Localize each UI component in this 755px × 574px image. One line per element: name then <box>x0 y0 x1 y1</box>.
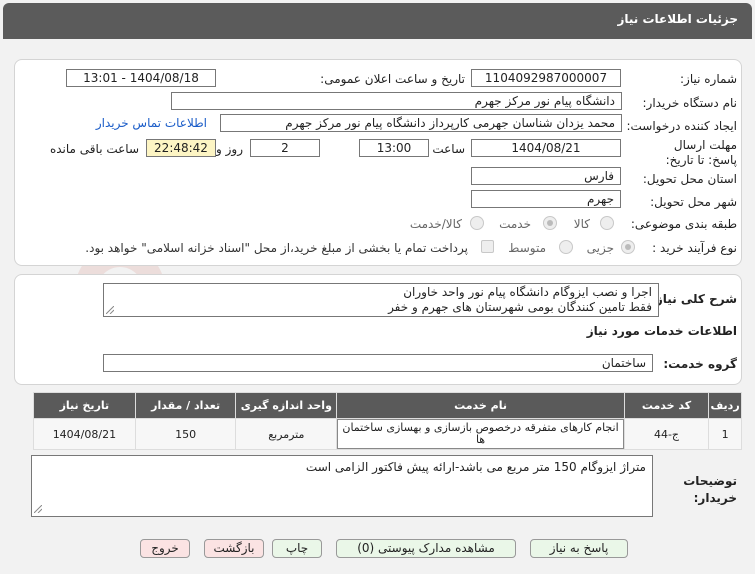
resize-grip-icon[interactable] <box>34 505 42 513</box>
treasury-payment-note: پرداخت تمام یا بخشی از مبلغ خرید،از محل … <box>85 241 468 255</box>
description-line-1: اجرا و نصب ایزوگام دانشگاه پیام نور واحد… <box>403 285 652 299</box>
col-row: ردیف <box>708 392 742 419</box>
city-field: جهرم <box>471 190 621 208</box>
col-code: کد خدمت <box>623 392 710 419</box>
process-option-medium: متوسط <box>508 241 546 255</box>
process-radio-medium[interactable] <box>559 240 573 254</box>
buyer-notes-label: توضیحات خریدار: <box>683 474 737 505</box>
announce-datetime-field: 1404/08/18 - 13:01 <box>66 69 216 87</box>
category-radio-service[interactable] <box>543 216 557 230</box>
cell-name: انجام کارهای متفرقه درخصوص بازسازی و بهس… <box>336 418 625 450</box>
need-number-field: 1104092987000007 <box>471 69 621 87</box>
description-label: شرح کلی نیاز: <box>651 292 737 306</box>
days-label: روز و <box>216 142 243 156</box>
treasury-payment-checkbox[interactable] <box>481 240 494 253</box>
deadline-date-field: 1404/08/21 <box>471 139 621 157</box>
cell-name-text: انجام کارهای متفرقه درخصوص بازسازی و بهس… <box>337 419 624 449</box>
remaining-time-field: 22:48:42 <box>146 139 216 157</box>
cell-qty: 150 <box>134 418 237 450</box>
service-group-field: ساختمان <box>103 354 653 372</box>
col-date: تاریخ نیاز <box>33 392 136 419</box>
province-field: فارس <box>471 167 621 185</box>
city-label: شهر محل تحویل: <box>650 195 737 209</box>
description-textarea: اجرا و نصب ایزوگام دانشگاه پیام نور واحد… <box>103 283 659 317</box>
col-name: نام خدمت <box>336 392 625 419</box>
buyer-contact-link[interactable]: اطلاعات تماس خریدار <box>96 116 207 130</box>
services-section-title: اطلاعات خدمات مورد نیاز <box>586 324 737 338</box>
cell-row: 1 <box>708 418 742 450</box>
cell-code: ج-44 <box>623 418 710 450</box>
cell-unit: مترمربع <box>235 418 338 450</box>
deadline-time-label: ساعت <box>432 142 465 156</box>
category-radio-goods[interactable] <box>600 216 614 230</box>
back-button[interactable]: بازگشت <box>204 539 264 558</box>
need-info-panel <box>14 59 742 266</box>
print-button[interactable]: چاپ <box>272 539 322 558</box>
process-radio-minor[interactable] <box>621 240 635 254</box>
resize-grip-icon[interactable] <box>106 306 114 314</box>
creator-field: محمد یزدان شناسان جهرمی کارپرداز دانشگاه… <box>220 114 622 132</box>
remaining-time-label: ساعت باقی مانده <box>49 142 139 156</box>
col-unit: واحد اندازه گیری <box>235 392 338 419</box>
deadline-time-field: 13:00 <box>359 139 429 157</box>
page-title: جزئیات اطلاعات نیاز <box>617 12 738 26</box>
reply-to-need-button[interactable]: پاسخ به نیاز <box>530 539 628 558</box>
col-qty: تعداد / مقدار <box>134 392 237 419</box>
category-option-service: خدمت <box>499 217 531 231</box>
process-option-minor: جزیی <box>586 241 614 255</box>
service-group-label: گروه خدمت: <box>663 357 737 371</box>
category-radio-both[interactable] <box>470 216 484 230</box>
category-option-both: کالا/خدمت <box>409 217 462 231</box>
cell-date: 1404/08/21 <box>33 418 136 450</box>
buyer-org-field: دانشگاه پیام نور مرکز جهرم <box>171 92 622 110</box>
creator-label: ایجاد کننده درخواست: <box>626 119 737 133</box>
view-attachments-button[interactable]: مشاهده مدارک پیوستی (0) <box>336 539 516 558</box>
announce-label: تاریخ و ساعت اعلان عمومی: <box>320 72 465 86</box>
title-bar: جزئیات اطلاعات نیاز <box>3 3 752 39</box>
process-label: نوع فرآیند خرید : <box>652 241 737 255</box>
need-number-label: شماره نیاز: <box>680 72 737 86</box>
buyer-org-label: نام دستگاه خریدار: <box>642 96 738 110</box>
services-table: ردیف کد خدمت نام خدمت واحد اندازه گیری ت… <box>33 392 742 450</box>
province-label: استان محل تحویل: <box>642 172 737 186</box>
table-row: 1 ج-44 انجام کارهای متفرقه درخصوص بازساز… <box>33 418 742 450</box>
deadline-label: مهلت ارسال پاسخ: تا تاریخ: <box>665 138 737 167</box>
category-option-goods: کالا <box>573 217 590 231</box>
exit-button[interactable]: خروج <box>140 539 190 558</box>
days-remaining-field: 2 <box>250 139 320 157</box>
category-label: طبقه بندی موضوعی: <box>630 217 737 231</box>
buyer-notes-textarea: متراژ ایزوگام 150 متر مربع می باشد-ارائه… <box>31 455 653 517</box>
description-line-2: فقط تامین کنندگان بومی شهرستان های جهرم … <box>388 300 652 314</box>
table-header-row: ردیف کد خدمت نام خدمت واحد اندازه گیری ت… <box>33 392 742 419</box>
